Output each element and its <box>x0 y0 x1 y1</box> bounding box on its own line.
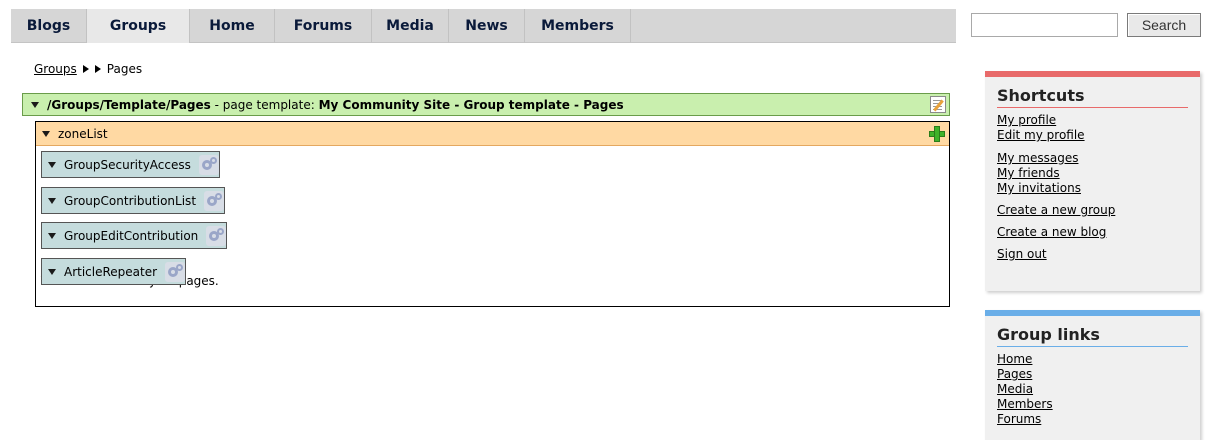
webpart-menu-arrow-icon[interactable] <box>48 161 56 168</box>
webpart-group-edit-contribution[interactable]: GroupEditContribution <box>41 222 228 249</box>
group-links-title: Group links <box>997 325 1188 347</box>
nav-tab-groups[interactable]: Groups <box>87 9 190 43</box>
nav-tab-blogs[interactable]: Blogs <box>11 9 87 43</box>
webpart-menu-arrow-icon[interactable] <box>48 232 56 239</box>
nav-tab-news[interactable]: News <box>449 9 525 43</box>
nav-tab-forums[interactable]: Forums <box>275 9 372 43</box>
group-link-members[interactable]: Members <box>997 397 1188 412</box>
breadcrumb: Groups Pages <box>34 60 142 78</box>
group-link-pages[interactable]: Pages <box>997 367 1188 382</box>
zone-header: zoneList <box>36 122 949 146</box>
zone-name: zoneList <box>58 126 108 141</box>
breadcrumb-separator-icon <box>94 65 101 73</box>
search-button[interactable]: Search <box>1127 13 1201 37</box>
search-input[interactable] <box>971 13 1118 37</box>
breadcrumb-link-groups[interactable]: Groups <box>34 62 77 76</box>
template-name: My Community Site - Group template - Pag… <box>318 97 624 112</box>
link-edit-my-profile[interactable]: Edit my profile <box>997 128 1188 143</box>
webpart-properties-gear-icon[interactable] <box>198 154 219 175</box>
group-link-forums[interactable]: Forums <box>997 412 1188 427</box>
webpart-label: GroupContributionList <box>64 193 197 208</box>
group-links-panel: Group links Home Pages Media Members For… <box>985 310 1200 440</box>
collapse-arrow-icon[interactable] <box>31 101 39 108</box>
template-label: - page template: <box>210 97 319 112</box>
shortcuts-panel: Shortcuts My profile Edit my profile My … <box>985 71 1200 291</box>
zone-menu-arrow-icon[interactable] <box>42 130 50 137</box>
webpart-label: ArticleRepeater <box>64 264 158 279</box>
webpart-menu-arrow-icon[interactable] <box>48 268 56 275</box>
webpart-article-repeater[interactable]: ArticleRepeater <box>41 258 187 285</box>
webpart-properties-gear-icon[interactable] <box>204 190 225 211</box>
zone-container: zoneList There are currently no pages. G… <box>35 121 950 307</box>
nav-tab-members[interactable]: Members <box>525 9 631 43</box>
webpart-label: GroupSecurityAccess <box>64 157 191 172</box>
link-create-new-group[interactable]: Create a new group <box>997 203 1188 218</box>
webpart-properties-gear-icon[interactable] <box>206 225 227 246</box>
top-navigation: Blogs Groups Home Forums Media News Memb… <box>0 0 1212 43</box>
add-webpart-icon[interactable] <box>928 125 946 143</box>
group-link-home[interactable]: Home <box>997 352 1188 367</box>
nav-tab-media[interactable]: Media <box>372 9 449 43</box>
breadcrumb-separator-icon <box>82 65 89 73</box>
edit-template-icon[interactable] <box>930 96 946 113</box>
breadcrumb-current: Pages <box>106 62 143 76</box>
link-my-friends[interactable]: My friends <box>997 166 1188 181</box>
link-my-messages[interactable]: My messages <box>997 151 1188 166</box>
template-path: /Groups/Template/Pages <box>47 97 211 112</box>
webpart-group-security-access[interactable]: GroupSecurityAccess <box>41 151 220 178</box>
nav-tab-home[interactable]: Home <box>190 9 275 43</box>
webpart-properties-gear-icon[interactable] <box>165 261 186 282</box>
nav-bar: Blogs Groups Home Forums Media News Memb… <box>11 9 956 43</box>
link-create-new-blog[interactable]: Create a new blog <box>997 225 1188 240</box>
webpart-menu-arrow-icon[interactable] <box>48 197 56 204</box>
webpart-label: GroupEditContribution <box>64 228 199 243</box>
link-my-profile[interactable]: My profile <box>997 113 1188 128</box>
shortcuts-title: Shortcuts <box>997 86 1188 108</box>
webpart-group-contribution-list[interactable]: GroupContributionList <box>41 187 226 214</box>
page-template-bar: /Groups/Template/Pages - page template: … <box>22 93 950 116</box>
link-sign-out[interactable]: Sign out <box>997 247 1188 262</box>
group-link-media[interactable]: Media <box>997 382 1188 397</box>
link-my-invitations[interactable]: My invitations <box>997 181 1188 196</box>
